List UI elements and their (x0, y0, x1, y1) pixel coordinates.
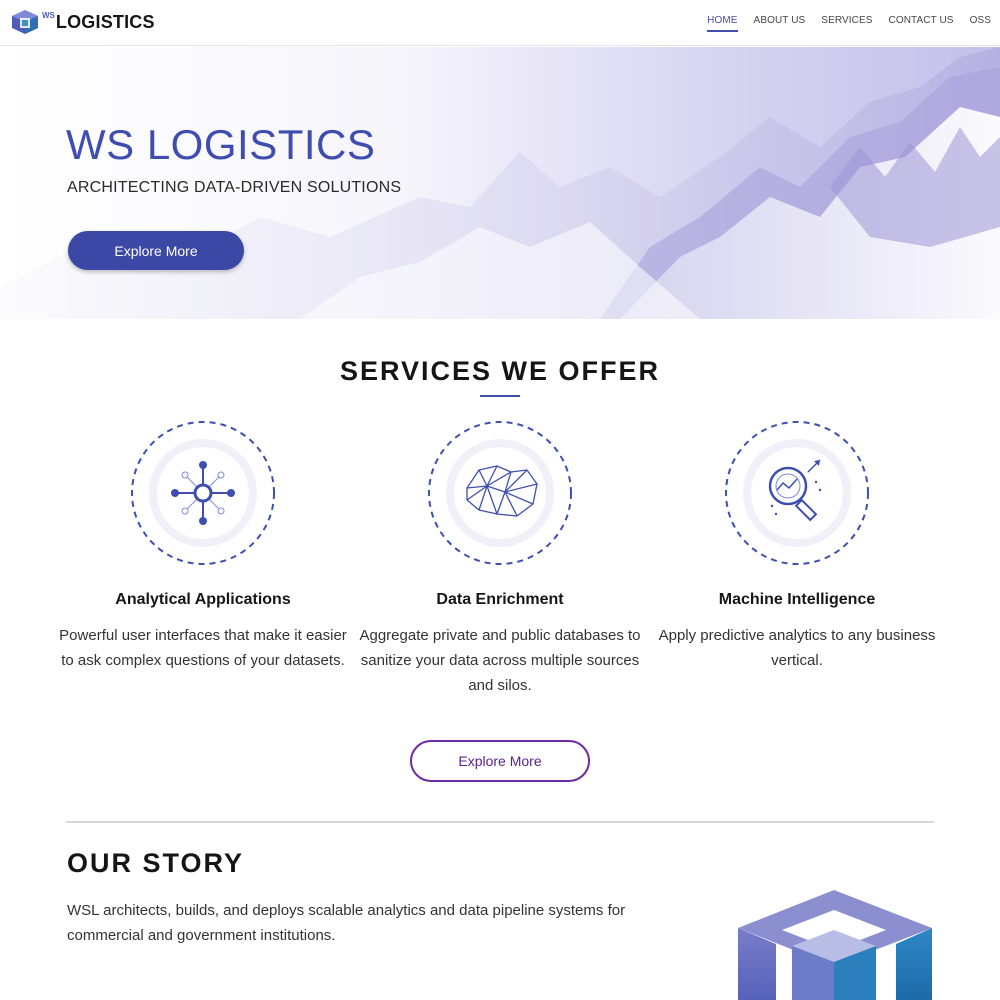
site-header: WS LOGISTICS HOME ABOUT US SERVICES CONT… (0, 0, 1000, 46)
nav-services[interactable]: SERVICES (821, 15, 872, 32)
service-icon-frame (724, 420, 870, 566)
services-title-underline (480, 395, 520, 397)
section-divider (66, 821, 934, 823)
service-name: Analytical Applications (115, 591, 291, 608)
nav-contact-us[interactable]: CONTACT US (889, 15, 954, 32)
service-name: Machine Intelligence (718, 591, 876, 608)
service-description: Apply predictive analytics to any busine… (658, 627, 936, 669)
service-description: Powerful user interfaces that make it ea… (59, 627, 347, 669)
hero-title: WS LOGISTICS (66, 121, 376, 168)
service-description: Aggregate private and public databases t… (359, 627, 641, 694)
services-explore-more-button[interactable]: Explore More (410, 740, 590, 782)
mesh-polygon-icon (428, 421, 572, 565)
hero-subtitle: ARCHITECTING DATA-DRIVEN SOLUTIONS (67, 179, 402, 196)
service-card-machine-intelligence: Machine Intelligence Apply predictive an… (652, 420, 942, 673)
cube-logo-icon (12, 10, 38, 34)
service-card-analytical-applications: Analytical Applications Powerful user in… (58, 420, 348, 673)
site-logo[interactable]: WS LOGISTICS (10, 8, 155, 36)
nav-home[interactable]: HOME (707, 15, 738, 32)
magnifier-analytics-icon (725, 421, 869, 565)
logo-ws-label: WS (42, 10, 55, 20)
logo-text: LOGISTICS (55, 11, 155, 32)
hero-explore-more-button[interactable]: Explore More (68, 231, 244, 270)
nav-about-us[interactable]: ABOUT US (754, 15, 806, 32)
services-title: SERVICES WE OFFER (339, 356, 661, 386)
service-icon-frame (130, 420, 276, 566)
hero-banner: WS LOGISTICS ARCHITECTING DATA-DRIVEN SO… (0, 47, 1000, 319)
service-icon-frame (427, 420, 573, 566)
story-text: WSL architects, builds, and deploys scal… (67, 902, 626, 944)
main-nav: HOME ABOUT US SERVICES CONTACT US OSS (707, 15, 991, 32)
nav-oss[interactable]: OSS (970, 15, 991, 32)
network-icon (131, 421, 275, 565)
service-card-data-enrichment: Data Enrichment Aggregate private and pu… (355, 420, 645, 698)
cube-logo-large-icon (738, 890, 932, 1000)
service-name: Data Enrichment (436, 591, 564, 608)
story-title: OUR STORY (67, 848, 245, 878)
